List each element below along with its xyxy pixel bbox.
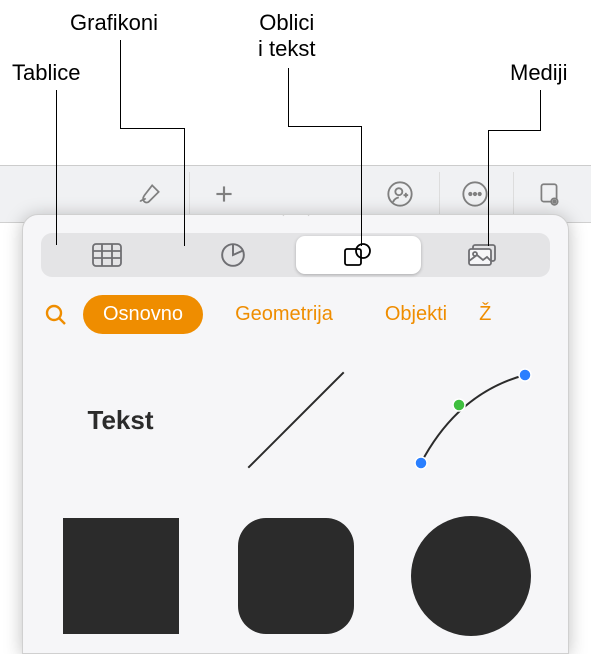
callouts-layer: Tablice Grafikoni Oblici i tekst Mediji — [0, 0, 591, 165]
format-brush-button[interactable] — [115, 172, 185, 216]
insert-popover: Osnovno Geometrija Objekti Ž Tekst — [22, 214, 569, 654]
shape-categories: Osnovno Geometrija Objekti Ž — [23, 295, 568, 334]
category-objekti[interactable]: Objekti — [365, 295, 467, 334]
piechart-icon — [220, 242, 246, 268]
document-eye-icon — [536, 181, 562, 207]
callout-shapes-line2: i tekst — [258, 36, 315, 61]
callout-line — [56, 90, 57, 245]
category-overflow[interactable]: Ž — [479, 303, 491, 326]
callout-shapes-line1: Oblici — [259, 10, 314, 35]
shape-bezier[interactable] — [401, 356, 540, 484]
callout-tables: Tablice — [12, 60, 80, 86]
shapes-grid: Tekst — [23, 356, 568, 640]
shape-square[interactable] — [51, 512, 190, 640]
square-icon — [63, 518, 179, 634]
callout-line — [120, 40, 121, 128]
callout-line — [361, 126, 362, 246]
bezier-icon — [403, 363, 538, 478]
person-plus-icon — [386, 180, 414, 208]
callout-line — [540, 90, 541, 130]
callout-shapes-text: Oblici i tekst — [258, 10, 315, 63]
callout-line — [488, 130, 489, 246]
callout-line — [184, 128, 185, 246]
collaborate-button[interactable] — [365, 172, 435, 216]
shapes-icon — [343, 242, 373, 268]
shape-circle[interactable] — [401, 512, 540, 640]
callout-line — [288, 68, 289, 126]
media-icon — [468, 243, 500, 267]
callout-line — [120, 128, 185, 129]
view-button[interactable] — [513, 172, 583, 216]
category-osnovno[interactable]: Osnovno — [83, 295, 203, 334]
search-icon — [44, 303, 68, 327]
callout-line — [488, 130, 541, 131]
segment-charts[interactable] — [170, 236, 296, 274]
insert-button[interactable] — [189, 172, 259, 216]
table-icon — [92, 243, 122, 267]
toolbar-center — [115, 172, 259, 216]
callout-media: Mediji — [510, 60, 567, 86]
shape-text-label: Tekst — [88, 405, 154, 436]
segment-tables[interactable] — [44, 236, 170, 274]
callout-charts: Grafikoni — [70, 10, 158, 36]
shape-rounded-square[interactable] — [226, 512, 365, 640]
segment-shapes-text[interactable] — [296, 236, 422, 274]
toolbar-right — [365, 172, 583, 216]
insert-type-segment — [41, 233, 550, 277]
segment-media[interactable] — [421, 236, 547, 274]
more-button[interactable] — [439, 172, 509, 216]
callout-line — [288, 126, 361, 127]
ellipsis-circle-icon — [461, 180, 489, 208]
brush-icon — [137, 181, 163, 207]
plus-icon — [211, 181, 237, 207]
search-shapes-button[interactable] — [41, 297, 71, 333]
rounded-square-icon — [238, 518, 354, 634]
shape-text[interactable]: Tekst — [51, 356, 190, 484]
category-geometrija[interactable]: Geometrija — [215, 295, 353, 334]
line-icon — [241, 365, 351, 475]
circle-icon — [411, 516, 531, 636]
shape-line[interactable] — [226, 356, 365, 484]
